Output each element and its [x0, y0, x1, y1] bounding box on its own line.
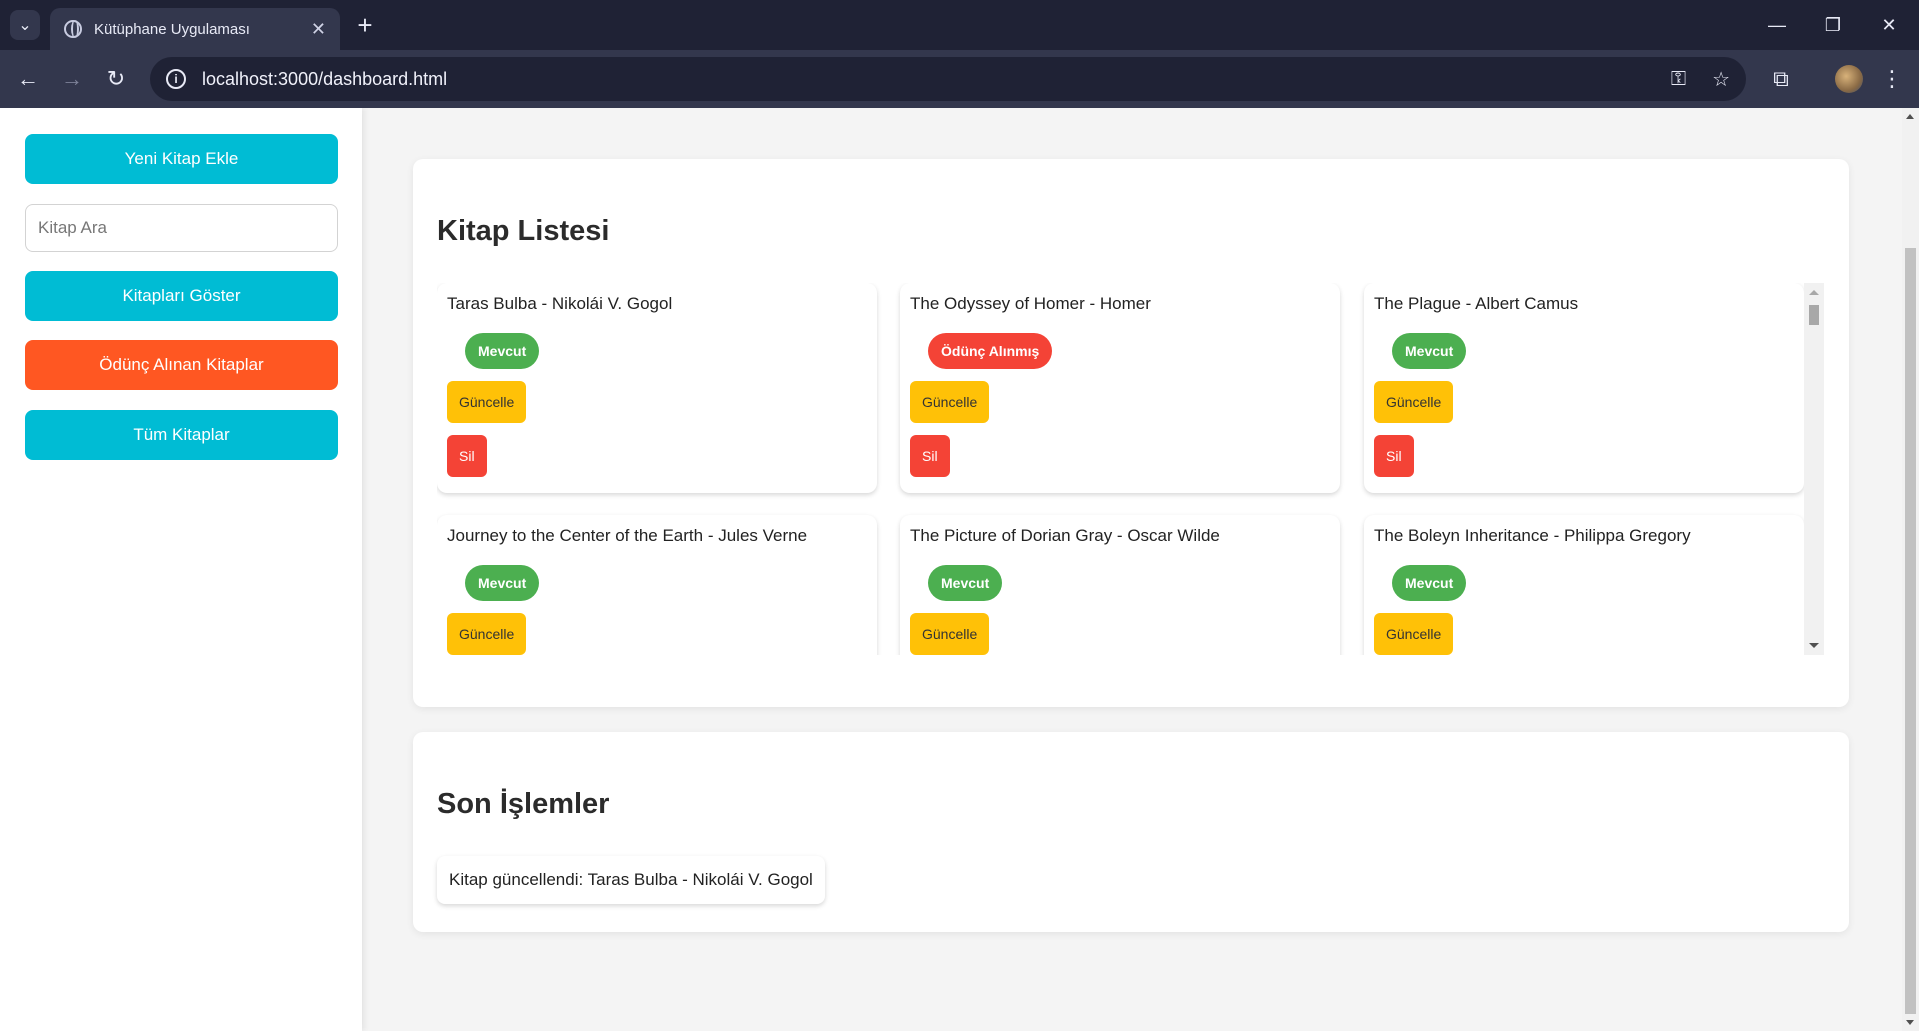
globe-icon — [64, 20, 82, 38]
bookmark-star-icon[interactable]: ☆ — [1712, 67, 1730, 92]
delete-button[interactable]: Sil — [910, 435, 950, 477]
book-title: Journey to the Center of the Earth - Jul… — [447, 526, 808, 545]
book-card: The Picture of Dorian Gray - Oscar Wilde… — [900, 515, 1340, 655]
new-tab-button[interactable]: + — [350, 10, 380, 40]
url-text[interactable]: localhost:3000/dashboard.html — [202, 69, 1645, 90]
forward-icon[interactable]: → — [56, 63, 88, 95]
recent-actions-panel: Son İşlemler Kitap güncellendi: Taras Bu… — [413, 732, 1849, 932]
update-button[interactable]: Güncelle — [910, 381, 990, 423]
browser-tab[interactable]: Kütüphane Uygulaması ✕ — [50, 8, 340, 50]
book-card: The Odyssey of Homer - Homer Ödünç Alınm… — [900, 283, 1340, 493]
password-key-icon[interactable]: ⚿ — [1671, 68, 1686, 91]
book-list-heading: Kitap Listesi — [437, 215, 610, 247]
scroll-down-arrow-icon[interactable] — [1809, 643, 1819, 648]
status-badge: Mevcut — [1392, 565, 1467, 601]
show-books-button[interactable]: Kitapları Göster — [25, 271, 338, 321]
book-title: The Boleyn Inheritance - Philippa Gregor… — [1374, 526, 1691, 545]
book-card: The Boleyn Inheritance - Philippa Gregor… — [1364, 515, 1804, 655]
status-badge: Ödünç Alınmış — [928, 333, 1053, 369]
book-list-scroll-area[interactable]: Taras Bulba - Nikolái V. Gogol Mevcut Gü… — [437, 283, 1824, 655]
book-search-input[interactable] — [25, 204, 338, 252]
all-books-button[interactable]: Tüm Kitaplar — [25, 410, 338, 460]
scrollbar-thumb[interactable] — [1809, 305, 1819, 325]
book-title: Taras Bulba - Nikolái V. Gogol — [447, 294, 673, 313]
page-scroll-up-icon[interactable] — [1906, 114, 1914, 119]
site-info-icon[interactable]: i — [166, 69, 186, 89]
tab-title: Kütüphane Uygulaması — [94, 20, 250, 38]
book-list-scrollbar[interactable] — [1804, 283, 1824, 655]
sidebar: Yeni Kitap Ekle Kitapları Göster Ödünç A… — [0, 108, 362, 1031]
close-tab-icon[interactable]: ✕ — [311, 19, 326, 40]
book-card: Taras Bulba - Nikolái V. Gogol Mevcut Gü… — [437, 283, 877, 493]
extensions-icon[interactable]: ⧉ — [1765, 63, 1797, 95]
delete-button[interactable]: Sil — [1374, 435, 1414, 477]
book-title: The Odyssey of Homer - Homer — [910, 294, 1151, 313]
delete-button[interactable]: Sil — [447, 435, 487, 477]
update-button[interactable]: Güncelle — [910, 613, 990, 655]
book-list-panel: Kitap Listesi Taras Bulba - Nikolái V. G… — [413, 159, 1849, 707]
page-scrollbar[interactable] — [1902, 108, 1919, 1031]
tab-search-button[interactable]: ⌄ — [10, 10, 40, 40]
browser-tab-bar: ⌄ Kütüphane Uygulaması ✕ + — ❐ ✕ — [0, 0, 1919, 50]
window-close-button[interactable]: ✕ — [1866, 8, 1912, 42]
activity-item: Kitap güncellendi: Taras Bulba - Nikolái… — [437, 856, 825, 904]
restore-button[interactable]: ❐ — [1810, 8, 1856, 42]
recent-actions-heading: Son İşlemler — [437, 788, 610, 820]
minimize-button[interactable]: — — [1754, 8, 1800, 42]
scroll-up-arrow-icon[interactable] — [1809, 290, 1819, 295]
status-badge: Mevcut — [465, 565, 540, 601]
status-badge: Mevcut — [1392, 333, 1467, 369]
update-button[interactable]: Güncelle — [1374, 381, 1454, 423]
update-button[interactable]: Güncelle — [447, 381, 527, 423]
reload-icon[interactable]: ↻ — [100, 63, 132, 95]
book-card: The Plague - Albert Camus Mevcut Güncell… — [1364, 283, 1804, 493]
borrowed-books-button[interactable]: Ödünç Alınan Kitaplar — [25, 340, 338, 390]
back-icon[interactable]: ← — [12, 63, 44, 95]
page-scroll-down-icon[interactable] — [1906, 1020, 1914, 1025]
update-button[interactable]: Güncelle — [1374, 613, 1454, 655]
status-badge: Mevcut — [928, 565, 1003, 601]
address-bar[interactable]: i localhost:3000/dashboard.html ⚿ ☆ — [150, 57, 1746, 101]
book-card: Journey to the Center of the Earth - Jul… — [437, 515, 877, 655]
page-viewport: Yeni Kitap Ekle Kitapları Göster Ödünç A… — [0, 108, 1919, 1031]
browser-toolbar: ← → ↻ i localhost:3000/dashboard.html ⚿ … — [0, 50, 1919, 108]
page-scrollbar-thumb[interactable] — [1905, 248, 1916, 1014]
book-title: The Picture of Dorian Gray - Oscar Wilde — [910, 526, 1220, 545]
profile-avatar[interactable] — [1835, 65, 1863, 93]
add-book-button[interactable]: Yeni Kitap Ekle — [25, 134, 338, 184]
status-badge: Mevcut — [465, 333, 540, 369]
book-title: The Plague - Albert Camus — [1374, 294, 1579, 313]
update-button[interactable]: Güncelle — [447, 613, 527, 655]
chevron-down-icon: ⌄ — [18, 17, 32, 34]
browser-menu-icon[interactable]: ⋮ — [1876, 63, 1908, 95]
